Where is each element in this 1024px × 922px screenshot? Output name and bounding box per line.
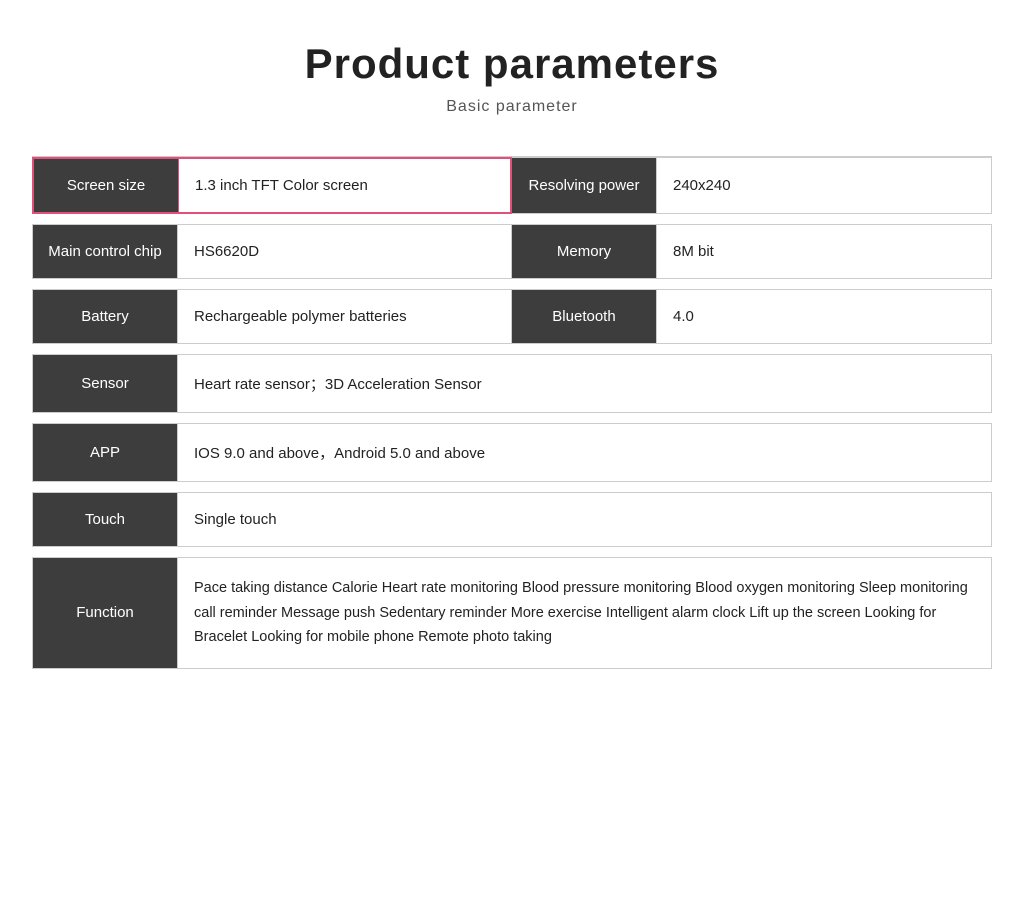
row-screen-resolving: Screen size 1.3 inch TFT Color screen Re…: [32, 156, 992, 214]
sensor-label: Sensor: [33, 355, 178, 412]
row-function: Function Pace taking distance Calorie He…: [32, 557, 992, 669]
memory-label: Memory: [512, 225, 657, 278]
battery-label: Battery: [33, 290, 178, 343]
touch-value: Single touch: [178, 493, 991, 546]
page-subtitle: Basic parameter: [32, 98, 992, 116]
row-touch: Touch Single touch: [32, 492, 992, 547]
battery-cell: Battery Rechargeable polymer batteries: [32, 289, 512, 344]
function-value: Pace taking distance Calorie Heart rate …: [178, 558, 991, 668]
main-chip-value: HS6620D: [178, 225, 511, 278]
resolving-power-value: 240x240: [657, 158, 991, 213]
resolving-power-label: Resolving power: [512, 158, 657, 213]
touch-label: Touch: [33, 493, 178, 546]
battery-value: Rechargeable polymer batteries: [178, 290, 511, 343]
page-title: Product parameters: [32, 40, 992, 88]
bluetooth-cell: Bluetooth 4.0: [512, 289, 992, 344]
memory-value: 8M bit: [657, 225, 991, 278]
resolving-power-cell: Resolving power 240x240: [512, 157, 992, 214]
bluetooth-value: 4.0: [657, 290, 991, 343]
row-sensor: Sensor Heart rate sensor；3D Acceleration…: [32, 354, 992, 413]
sensor-value: Heart rate sensor；3D Acceleration Sensor: [178, 355, 991, 412]
screen-size-value: 1.3 inch TFT Color screen: [179, 159, 510, 212]
screen-size-label: Screen size: [34, 159, 179, 212]
function-label: Function: [33, 558, 178, 668]
memory-cell: Memory 8M bit: [512, 224, 992, 279]
main-chip-cell: Main control chip HS6620D: [32, 224, 512, 279]
app-label: APP: [33, 424, 178, 481]
row-app: APP IOS 9.0 and above，Android 5.0 and ab…: [32, 423, 992, 482]
bluetooth-label: Bluetooth: [512, 290, 657, 343]
screen-size-cell: Screen size 1.3 inch TFT Color screen: [32, 157, 512, 214]
row-chip-memory: Main control chip HS6620D Memory 8M bit: [32, 224, 992, 279]
main-chip-label: Main control chip: [33, 225, 178, 278]
product-parameters-page: Product parameters Basic parameter Scree…: [32, 40, 992, 669]
row-battery-bluetooth: Battery Rechargeable polymer batteries B…: [32, 289, 992, 344]
app-value: IOS 9.0 and above，Android 5.0 and above: [178, 424, 991, 481]
